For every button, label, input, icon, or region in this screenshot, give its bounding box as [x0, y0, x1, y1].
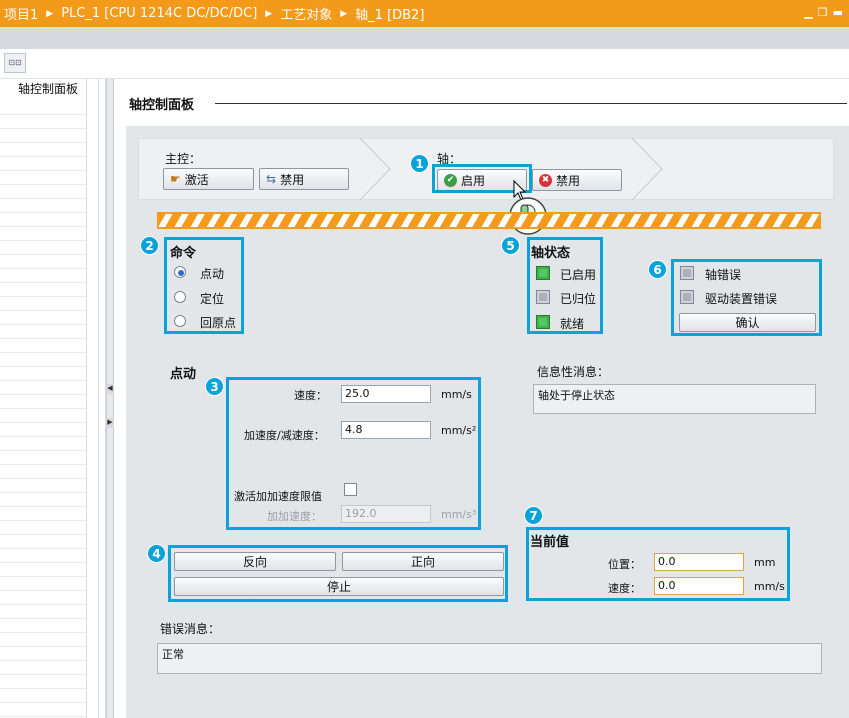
deactivate-icon: ⇆: [266, 172, 277, 186]
breadcrumb-separator-icon: ▶: [265, 8, 273, 19]
info-message-label: 信息性消息：: [537, 365, 610, 379]
pane-divider: [86, 79, 87, 718]
breadcrumb-project[interactable]: 项目1: [4, 4, 38, 23]
badge-2: 2: [140, 236, 159, 255]
page-title: 轴控制面板: [129, 98, 195, 113]
radio-homing[interactable]: [174, 315, 186, 327]
status-enabled-label: 已启用: [560, 268, 597, 282]
axis-status-title: 轴状态: [531, 246, 571, 261]
speed-label: 速度：: [294, 389, 327, 402]
master-control-label: 主控：: [165, 152, 202, 166]
minimize-icon[interactable]: ▁: [804, 6, 812, 19]
maximize-icon[interactable]: ▬: [833, 6, 843, 19]
error-x-icon: ✖: [539, 173, 552, 187]
drive-error-indicator: [680, 290, 694, 304]
axis-disable-button[interactable]: ✖ 禁用: [532, 169, 622, 191]
speed-input[interactable]: 25.0: [341, 385, 431, 403]
breadcrumb-technology-objects[interactable]: 工艺对象: [280, 4, 332, 23]
navigation-pane: [0, 79, 106, 718]
speed-unit: mm/s: [441, 388, 472, 401]
jerk-enable-checkbox[interactable]: [344, 483, 357, 496]
master-disable-label: 禁用: [280, 172, 305, 187]
network-view-icon[interactable]: ⊡⊡: [4, 53, 26, 73]
title-divider: [215, 103, 847, 104]
position-value: 0.0: [654, 553, 744, 571]
drive-error-label: 驱动装置错误: [705, 292, 778, 306]
jog-forward-button[interactable]: 正向: [342, 552, 504, 571]
axis-error-indicator: [680, 266, 694, 280]
error-message-label: 错误消息：: [160, 622, 221, 636]
position-label: 位置：: [608, 558, 641, 571]
jerk-unit: mm/s³: [441, 508, 477, 521]
editor-header-bar: [0, 27, 849, 49]
stop-button[interactable]: 停止: [174, 577, 504, 596]
hand-icon: ☛: [170, 172, 181, 186]
command-title: 命令: [170, 246, 197, 261]
jerk-input[interactable]: 192.0: [341, 505, 431, 523]
radio-positioning[interactable]: [174, 291, 186, 303]
activate-button[interactable]: ☛ 激活: [163, 168, 254, 190]
badge-7: 7: [524, 506, 543, 525]
badge-5: 5: [501, 236, 520, 255]
navigation-grid: [0, 101, 86, 718]
pane-splitter[interactable]: [106, 79, 114, 718]
radio-jog-label: 点动: [200, 267, 225, 281]
status-homed-label: 已归位: [560, 292, 597, 306]
accel-unit: mm/s²: [441, 424, 477, 437]
window-controls: ▁ ❐ ▬: [804, 6, 843, 19]
badge-1: 1: [410, 154, 429, 173]
status-homed-indicator: [536, 290, 550, 304]
jerk-enable-label: 激活加加速度限值: [234, 490, 322, 503]
jog-reverse-button[interactable]: 反向: [174, 552, 336, 571]
restore-icon[interactable]: ❐: [818, 6, 828, 19]
breadcrumb-plc[interactable]: PLC_1 [CPU 1214C DC/DC/DC]: [61, 6, 257, 21]
acknowledge-button[interactable]: 确认: [679, 313, 816, 332]
toolbar: [0, 49, 849, 79]
info-message-box: 轴处于停止状态: [533, 384, 816, 414]
axis-error-label: 轴错误: [705, 268, 742, 282]
badge-3: 3: [205, 377, 224, 396]
error-message-box: 正常: [157, 643, 822, 674]
velocity-unit: mm/s: [754, 580, 785, 593]
status-enabled-indicator: [536, 266, 550, 280]
radio-jog[interactable]: [174, 266, 186, 278]
collapse-left-icon[interactable]: ◀: [106, 384, 114, 394]
jog-title: 点动: [170, 367, 197, 382]
badge-4: 4: [147, 544, 166, 563]
radio-homing-label: 回原点: [200, 316, 237, 330]
expand-right-icon[interactable]: ▶: [106, 418, 114, 428]
accel-label: 加速度/减速度：: [244, 429, 325, 442]
velocity-label: 速度：: [608, 582, 641, 595]
pane-divider: [98, 79, 99, 718]
nav-item-axis-control-panel[interactable]: 轴控制面板: [18, 80, 78, 97]
position-unit: mm: [754, 556, 776, 569]
radio-positioning-label: 定位: [200, 292, 225, 306]
velocity-value: 0.0: [654, 577, 744, 595]
breadcrumb-separator-icon: ▶: [340, 8, 348, 19]
axis-disable-label: 禁用: [556, 173, 581, 188]
current-values-title: 当前值: [530, 535, 570, 550]
accel-input[interactable]: 4.8: [341, 421, 431, 439]
title-bar: 项目1 ▶ PLC_1 [CPU 1214C DC/DC/DC] ▶ 工艺对象 …: [0, 0, 849, 27]
status-ready-indicator: [536, 315, 550, 329]
jerk-label: 加加速度：: [267, 510, 322, 523]
breadcrumb-separator-icon: ▶: [46, 8, 54, 19]
badge-6: 6: [648, 260, 667, 279]
breadcrumb-axis[interactable]: 轴_1 [DB2]: [355, 4, 424, 23]
activate-label: 激活: [184, 172, 209, 187]
status-ready-label: 就绪: [560, 317, 585, 331]
master-disable-button[interactable]: ⇆ 禁用: [259, 168, 349, 190]
hazard-stripe: [157, 212, 821, 229]
